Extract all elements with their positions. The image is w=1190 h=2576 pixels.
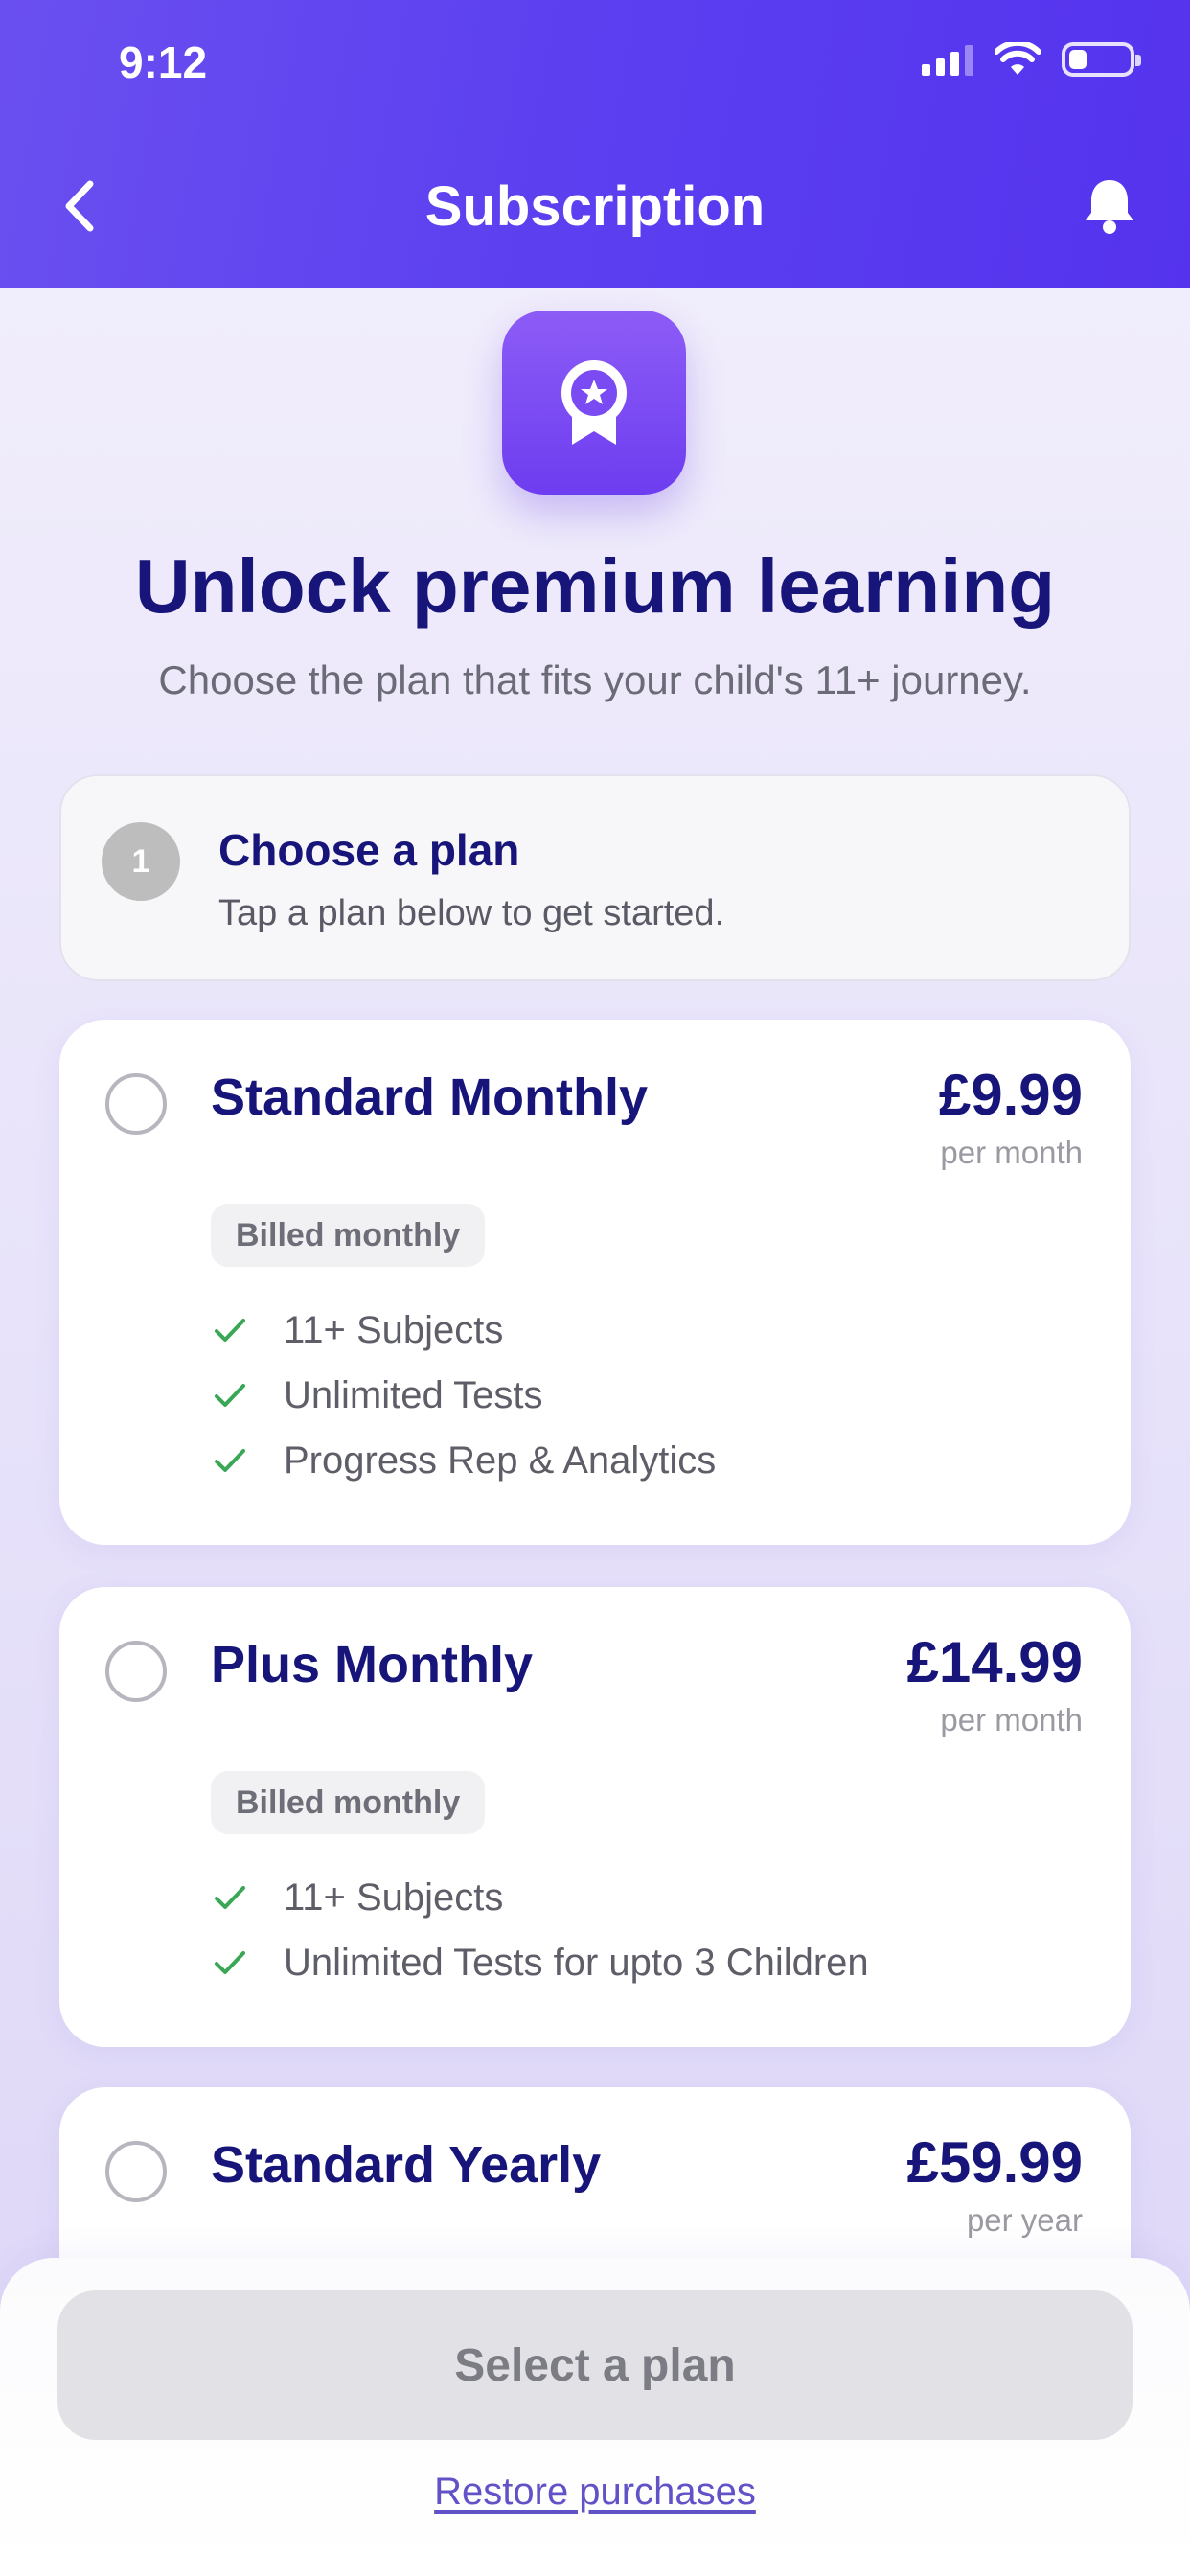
notifications-button[interactable] — [1079, 174, 1140, 238]
check-icon — [215, 1319, 245, 1342]
check-icon — [215, 1951, 245, 1974]
step-description: Tap a plan below to get started. — [218, 893, 725, 933]
plan-price: £14.99 — [906, 1630, 1083, 1694]
wifi-icon — [995, 42, 1041, 75]
step-title: Choose a plan — [218, 825, 520, 875]
feature-label: Unlimited Tests — [284, 1373, 543, 1416]
plan-period: per month — [940, 1135, 1083, 1170]
select-plan-button[interactable]: Select a plan — [57, 2290, 1133, 2440]
page-title: Subscription — [424, 175, 766, 238]
premium-badge-icon — [502, 310, 686, 494]
status-time: 9:12 — [119, 37, 208, 87]
step-number-badge: 1 — [102, 822, 180, 901]
feature-item: 11+ Subjects — [211, 1865, 869, 1930]
plan-name: Standard Monthly — [211, 1069, 648, 1126]
ribbon-star-badge-icon — [561, 360, 627, 445]
feature-label: Progress Rep & Analytics — [284, 1438, 717, 1482]
billing-badge: Billed monthly — [211, 1771, 486, 1834]
feature-list: 11+ Subjects Unlimited Tests Progress Re… — [211, 1298, 716, 1493]
check-icon — [215, 1886, 245, 1909]
plan-card-plus-monthly[interactable]: Plus Monthly £14.99 per month Billed mon… — [59, 1587, 1131, 2047]
check-icon — [215, 1449, 245, 1472]
hero-subtitle: Choose the plan that fits your child's 1… — [158, 657, 1032, 702]
battery-icon — [1062, 42, 1141, 77]
feature-item: 11+ Subjects — [211, 1298, 716, 1363]
feature-label: 11+ Subjects — [284, 1308, 504, 1351]
plan-name: Standard Yearly — [211, 2136, 602, 2194]
header: 9:12 Subscription — [0, 0, 1190, 288]
plan-card-standard-monthly[interactable]: Standard Monthly £9.99 per month Billed … — [59, 1020, 1131, 1545]
bottom-action-bar: Select a plan Restore purchases — [0, 2258, 1190, 2576]
step-card: 1 Choose a plan Tap a plan below to get … — [59, 774, 1131, 981]
feature-item: Unlimited Tests — [211, 1363, 716, 1428]
plan-radio[interactable] — [105, 1641, 167, 1702]
plan-radio[interactable] — [105, 1073, 167, 1135]
hero-title: Unlock premium learning — [134, 543, 1056, 629]
feature-item: Unlimited Tests for upto 3 Children — [211, 1930, 869, 1995]
feature-list: 11+ Subjects Unlimited Tests for upto 3 … — [211, 1865, 869, 1995]
billing-badge: Billed monthly — [211, 1204, 486, 1267]
bell-icon — [1086, 180, 1133, 234]
feature-item: Progress Rep & Analytics — [211, 1428, 716, 1493]
status-icons — [922, 42, 1141, 77]
restore-purchases-link[interactable]: Restore purchases — [0, 2471, 1190, 2514]
plan-name: Plus Monthly — [211, 1636, 533, 1693]
plan-price: £9.99 — [938, 1063, 1083, 1127]
plan-radio[interactable] — [105, 2141, 167, 2202]
plan-price: £59.99 — [906, 2130, 1083, 2195]
check-icon — [215, 1384, 245, 1407]
signal-icon — [922, 43, 973, 76]
plan-period: per month — [940, 1702, 1083, 1737]
feature-label: 11+ Subjects — [284, 1875, 504, 1919]
feature-label: Unlimited Tests for upto 3 Children — [284, 1941, 869, 1984]
plan-period: per year — [966, 2202, 1083, 2238]
